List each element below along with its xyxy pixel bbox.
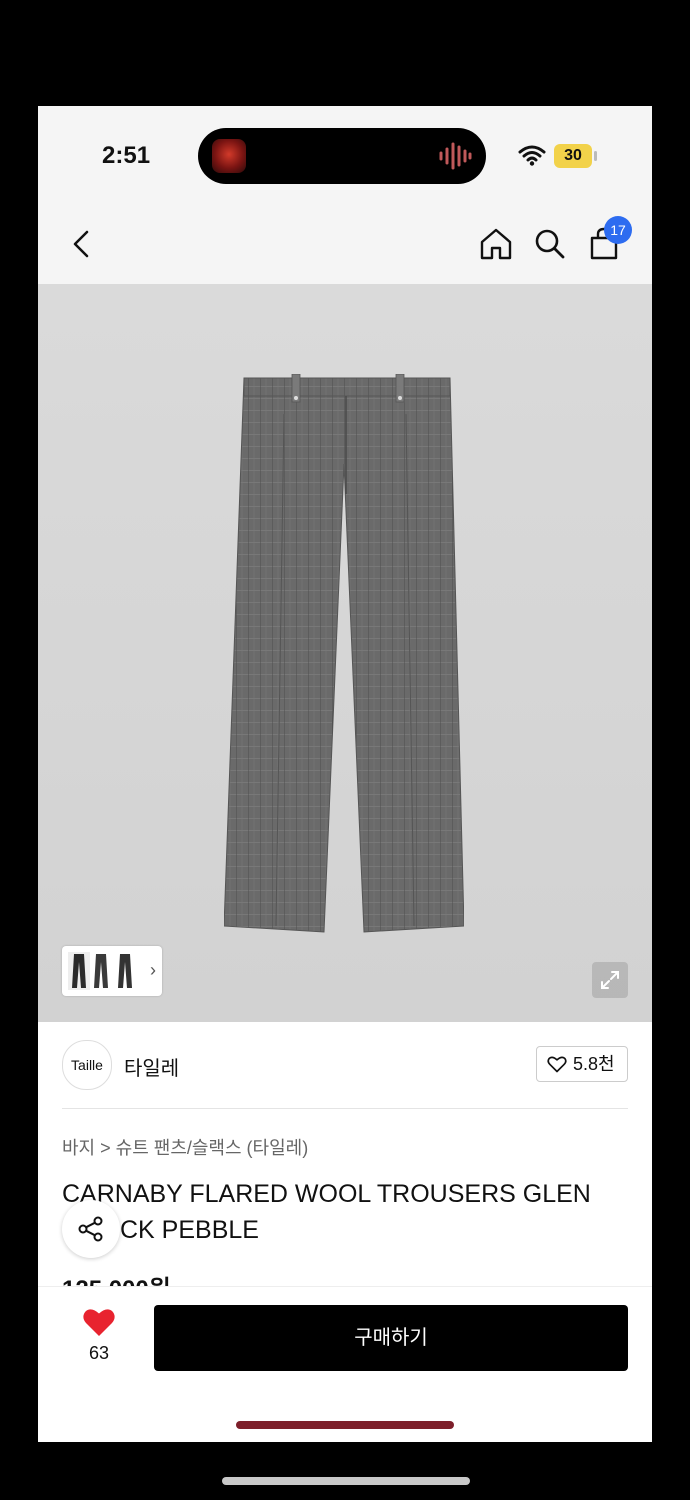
brand-name[interactable]: 타일레 <box>124 1052 179 1081</box>
system-home-indicator <box>222 1477 470 1485</box>
brand-logo[interactable]: Taille <box>62 1040 112 1090</box>
product-title-line-1: CARNABY FLARED WOOL TROUSERS GLEN <box>62 1180 591 1208</box>
bottom-purchase-bar: 63 구매하기 <box>38 1286 652 1442</box>
share-button[interactable] <box>62 1200 120 1258</box>
divider <box>62 1108 628 1109</box>
home-icon[interactable] <box>476 224 516 264</box>
price-partial: 125,000원 <box>62 1274 171 1286</box>
trousers-photo <box>224 374 464 933</box>
product-title-line-2: CK PEBBLE <box>120 1216 259 1244</box>
product-title: CARNABY FLARED WOOL TROUSERS GLEN CK PEB… <box>62 1176 628 1248</box>
battery-indicator: 30 <box>554 144 592 168</box>
dynamic-island[interactable] <box>198 128 486 184</box>
category-breadcrumb[interactable]: 바지 > 슈트 팬츠/슬랙스 (타일레) <box>62 1134 308 1160</box>
image-thumbnail-strip[interactable]: › <box>62 946 162 996</box>
heart-filled-icon[interactable] <box>82 1307 116 1337</box>
brand-like-button[interactable]: 5.8천 <box>536 1046 628 1082</box>
share-icon <box>78 1216 103 1242</box>
cart-count-badge: 17 <box>604 216 632 244</box>
status-time: 2:51 <box>102 142 151 169</box>
top-nav-bar: 17 <box>38 206 652 284</box>
status-bar: 2:51 30 <box>38 106 652 206</box>
audio-waveform-icon <box>439 142 472 170</box>
app-home-indicator <box>236 1421 454 1429</box>
app-icon <box>212 139 246 173</box>
back-arrow-icon[interactable] <box>62 224 102 264</box>
wifi-icon <box>518 145 546 166</box>
wishlist-count: 63 <box>88 1343 110 1363</box>
thumbnail-images <box>68 952 132 990</box>
product-image[interactable]: › <box>38 284 652 1022</box>
battery-nub <box>594 151 597 161</box>
phone-screen: 2:51 30 17 › Taille 타일레 5.8천 바지 > 슈트 팬츠/… <box>38 106 652 1442</box>
buy-button[interactable]: 구매하기 <box>154 1305 628 1371</box>
heart-outline-icon <box>547 1056 567 1073</box>
expand-icon <box>601 971 619 989</box>
brand-row[interactable]: Taille 타일레 5.8천 <box>62 1040 628 1094</box>
search-icon[interactable] <box>530 224 570 264</box>
brand-like-count: 5.8천 <box>573 1054 615 1074</box>
chevron-right-icon[interactable]: › <box>150 960 156 981</box>
expand-image-button[interactable] <box>592 962 628 998</box>
